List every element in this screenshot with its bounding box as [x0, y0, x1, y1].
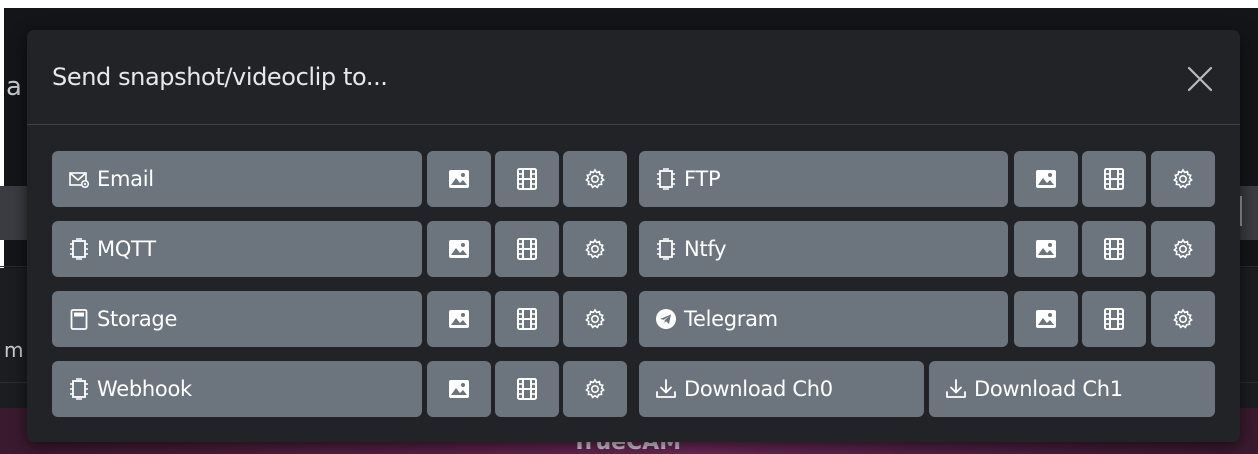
chip-icon — [655, 168, 677, 190]
download-ch1-label: Download Ch1 — [974, 377, 1123, 401]
email-send-image-button[interactable] — [427, 151, 491, 207]
mqtt-send-image-button[interactable] — [427, 221, 491, 277]
chip-icon — [68, 378, 90, 400]
ftp-send-image-button[interactable] — [1014, 151, 1078, 207]
email-settings-button[interactable] — [563, 151, 627, 207]
image-icon — [1036, 240, 1056, 258]
ftp-button[interactable]: FTP — [639, 151, 1008, 207]
backdrop-icon-fragment — [1240, 196, 1258, 226]
ntfy-button-label: Ntfy — [684, 237, 727, 261]
download-ch1-button[interactable]: Download Ch1 — [929, 361, 1215, 417]
webhook-button[interactable]: Webhook — [52, 361, 422, 417]
telegram-icon — [655, 308, 677, 330]
destination-row: Email FTP — [52, 151, 1215, 207]
email-button-label: Email — [97, 167, 154, 191]
ftp-send-video-button[interactable] — [1082, 151, 1146, 207]
mqtt-send-video-button[interactable] — [495, 221, 559, 277]
ntfy-button[interactable]: Ntfy — [639, 221, 1008, 277]
modal-title: Send snapshot/videoclip to... — [52, 63, 388, 91]
destination-row: Webhook Download Ch0 Download Ch1 — [52, 361, 1215, 417]
storage-button[interactable]: Storage — [52, 291, 422, 347]
gear-icon — [585, 378, 605, 399]
gear-icon — [1173, 308, 1193, 329]
download-icon — [655, 378, 677, 400]
mqtt-button[interactable]: MQTT — [52, 221, 422, 277]
telegram-send-image-button[interactable] — [1014, 291, 1078, 347]
download-icon — [945, 378, 967, 400]
gear-icon — [1173, 238, 1193, 259]
gear-icon — [1173, 168, 1193, 189]
telegram-button-label: Telegram — [684, 307, 778, 331]
mqtt-settings-button[interactable] — [563, 221, 627, 277]
film-icon — [1104, 308, 1124, 330]
webhook-button-label: Webhook — [97, 377, 192, 401]
storage-settings-button[interactable] — [563, 291, 627, 347]
image-icon — [1036, 310, 1056, 328]
webhook-send-video-button[interactable] — [495, 361, 559, 417]
backdrop-text-fragment: m — [4, 338, 24, 362]
storage-button-label: Storage — [97, 307, 178, 331]
backdrop-top-edge — [0, 0, 1258, 8]
chip-icon — [655, 238, 677, 260]
webhook-send-image-button[interactable] — [427, 361, 491, 417]
email-button[interactable]: Email — [52, 151, 422, 207]
ntfy-send-image-button[interactable] — [1014, 221, 1078, 277]
download-ch0-label: Download Ch0 — [684, 377, 833, 401]
send-snapshot-modal: Send snapshot/videoclip to... Email FTP … — [27, 30, 1240, 442]
image-icon — [449, 170, 469, 188]
download-ch0-button[interactable]: Download Ch0 — [639, 361, 924, 417]
ftp-button-label: FTP — [684, 167, 721, 191]
film-icon — [1104, 238, 1124, 260]
image-icon — [449, 380, 469, 398]
gear-icon — [585, 168, 605, 189]
close-icon — [1187, 66, 1213, 92]
webhook-settings-button[interactable] — [563, 361, 627, 417]
film-icon — [517, 308, 537, 330]
film-icon — [517, 168, 537, 190]
telegram-send-video-button[interactable] — [1082, 291, 1146, 347]
email-send-video-button[interactable] — [495, 151, 559, 207]
gear-icon — [585, 238, 605, 259]
destination-row: MQTT Ntfy — [52, 221, 1215, 277]
film-icon — [517, 378, 537, 400]
image-icon — [449, 240, 469, 258]
ntfy-send-video-button[interactable] — [1082, 221, 1146, 277]
film-icon — [1104, 168, 1124, 190]
envelope-image-icon — [68, 168, 90, 190]
backdrop-text-fragment: a — [6, 72, 22, 102]
ftp-settings-button[interactable] — [1151, 151, 1215, 207]
gear-icon — [585, 308, 605, 329]
chip-icon — [68, 238, 90, 260]
close-button[interactable] — [1185, 64, 1215, 94]
telegram-settings-button[interactable] — [1151, 291, 1215, 347]
ntfy-settings-button[interactable] — [1151, 221, 1215, 277]
film-icon — [517, 238, 537, 260]
destination-row: Storage Telegram — [52, 291, 1215, 347]
image-icon — [1036, 170, 1056, 188]
storage-send-image-button[interactable] — [427, 291, 491, 347]
storage-send-video-button[interactable] — [495, 291, 559, 347]
mqtt-button-label: MQTT — [97, 237, 156, 261]
telegram-button[interactable]: Telegram — [639, 291, 1008, 347]
sd-card-icon — [68, 308, 90, 330]
modal-header: Send snapshot/videoclip to... — [27, 30, 1240, 125]
image-icon — [449, 310, 469, 328]
